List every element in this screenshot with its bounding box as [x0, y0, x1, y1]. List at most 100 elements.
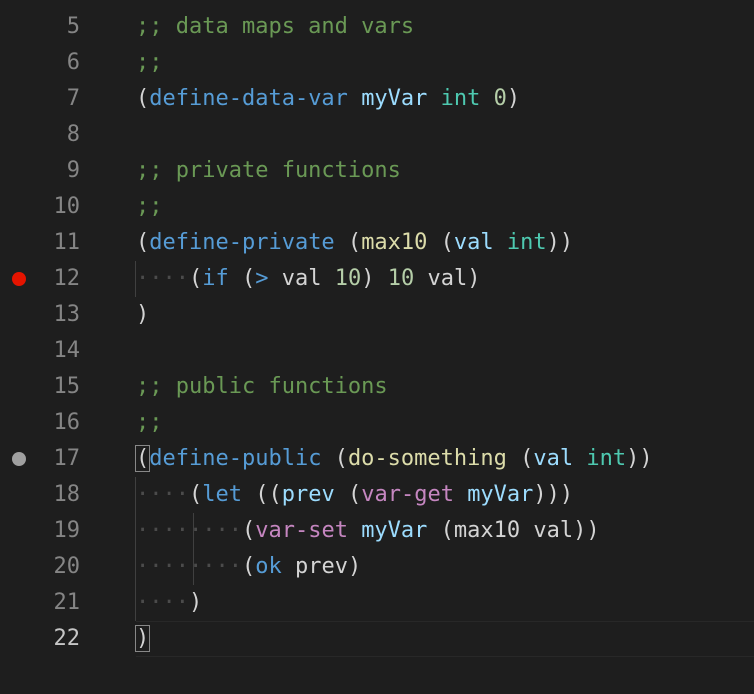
code-line[interactable]: 15 ;; public functions	[0, 369, 754, 405]
code-token: define-data-var	[149, 86, 348, 111]
code-token: )	[188, 590, 203, 615]
code-line[interactable]: 8	[0, 117, 754, 153]
code-line[interactable]: 14	[0, 333, 754, 369]
code-line[interactable]: 12 ····(if (> val 10) 10 val)	[0, 261, 754, 297]
code-token: (	[321, 446, 348, 471]
code-token: int	[440, 86, 481, 111]
line-number: 5	[66, 14, 80, 39]
code-line[interactable]: 20 ········(ok prev)	[0, 549, 754, 585]
code-token: )	[506, 86, 521, 111]
whitespace-marker: ········	[136, 518, 242, 543]
code-token: (	[427, 230, 454, 255]
code-line[interactable]: 19 ········(var-set myVar (max10 val))	[0, 513, 754, 549]
code-token: >	[255, 266, 269, 291]
code-text: ····(if (> val 10) 10 val)	[136, 261, 480, 297]
line-number: 12	[53, 266, 81, 291]
code-token: if	[202, 266, 229, 291]
line-number: 20	[53, 554, 81, 579]
code-text: ;; data maps and vars	[136, 9, 414, 45]
line-number: 9	[66, 158, 80, 183]
code-token: ;;	[136, 50, 163, 75]
whitespace-marker: ········	[136, 554, 242, 579]
code-token: )	[134, 625, 151, 652]
whitespace-marker	[348, 86, 361, 111]
whitespace-marker: ····	[136, 266, 189, 291]
code-token: (	[228, 266, 256, 291]
whitespace-marker: ····	[136, 590, 189, 615]
code-token: (max10 val))	[427, 518, 600, 543]
code-line[interactable]: 22)	[0, 621, 754, 657]
code-token: prev	[281, 482, 335, 507]
line-number: 7	[66, 86, 80, 111]
code-token: ;; data maps and vars	[136, 14, 415, 39]
line-number: 10	[53, 194, 81, 219]
code-token: )))	[533, 482, 574, 507]
line-number: 14	[53, 338, 81, 363]
code-line[interactable]: 18 ····(let ((prev (var-get myVar)))	[0, 477, 754, 513]
code-line[interactable]: 21 ····)	[0, 585, 754, 621]
code-token: )	[136, 302, 150, 327]
line-number: 19	[53, 518, 81, 543]
code-token: var-get	[361, 482, 454, 507]
code-token: ;;	[136, 194, 163, 219]
code-text: ;;	[136, 189, 163, 225]
code-text: ····)	[136, 585, 202, 621]
code-token: myVar	[361, 86, 428, 111]
code-line[interactable]: 9 ;; private functions	[0, 153, 754, 189]
code-token: ;; public functions	[136, 374, 388, 399]
code-token: (	[188, 266, 203, 291]
code-line[interactable]: 17 (define-public (do-something (val int)…	[0, 441, 754, 477]
whitespace-marker	[454, 482, 467, 507]
code-token: (	[136, 86, 150, 111]
whitespace-marker: ····	[136, 482, 189, 507]
whitespace-marker	[427, 86, 440, 111]
code-line[interactable]: 7 (define-data-var myVar int 0)	[0, 81, 754, 117]
code-token: var-set	[255, 518, 348, 543]
code-text: )	[136, 297, 149, 333]
code-line[interactable]: 5 ;; data maps and vars	[0, 9, 754, 45]
code-line[interactable]: 13)	[0, 297, 754, 333]
code-token: prev)	[281, 554, 362, 579]
line-number: 15	[53, 374, 81, 399]
code-text: ;; public functions	[136, 369, 388, 405]
code-token: (	[506, 446, 534, 471]
code-line[interactable]: 10;;	[0, 189, 754, 225]
code-token: val	[453, 230, 494, 255]
code-text: ;;	[136, 405, 163, 441]
code-token: 10	[334, 266, 362, 291]
code-token: (	[334, 482, 362, 507]
whitespace-marker	[573, 446, 586, 471]
whitespace-marker	[494, 230, 507, 255]
code-token: define-public	[149, 446, 322, 471]
line-number: 21	[53, 590, 81, 615]
code-token: (	[188, 482, 203, 507]
code-token: ;; private functions	[136, 158, 401, 183]
code-token: ok	[255, 554, 282, 579]
code-token: (	[241, 518, 256, 543]
code-token: myVar	[361, 518, 428, 543]
line-number: 6	[66, 50, 80, 75]
code-line[interactable]: 16;;	[0, 405, 754, 441]
code-editor[interactable]: 5;; data maps and vars 6;; 7 (define-data-v…	[0, 0, 754, 694]
code-text: (define-public (do-something (val int))	[134, 441, 653, 477]
code-token: int	[506, 230, 547, 255]
code-text: (define-data-var myVar int 0)	[136, 81, 520, 117]
code-line[interactable]: 11 (define-private (max10 (val int))	[0, 225, 754, 261]
code-token: val)	[414, 266, 481, 291]
line-number: 13	[53, 302, 81, 327]
code-token: val	[533, 446, 574, 471]
code-line[interactable]: 6;;	[0, 45, 754, 81]
code-token: ((	[241, 482, 282, 507]
code-token: (	[136, 230, 150, 255]
code-token: ;;	[136, 410, 163, 435]
code-token: ))	[626, 446, 653, 471]
line-number: 11	[53, 230, 81, 255]
code-token: 0	[493, 86, 507, 111]
breakpoint-icon[interactable]	[12, 272, 26, 286]
code-token: (	[241, 554, 256, 579]
line-number: 18	[53, 482, 81, 507]
code-text: ········(var-set myVar (max10 val))	[136, 513, 600, 549]
code-token: (	[134, 445, 151, 472]
code-token: (	[334, 230, 362, 255]
breakpoint-hint-icon[interactable]	[12, 452, 26, 466]
